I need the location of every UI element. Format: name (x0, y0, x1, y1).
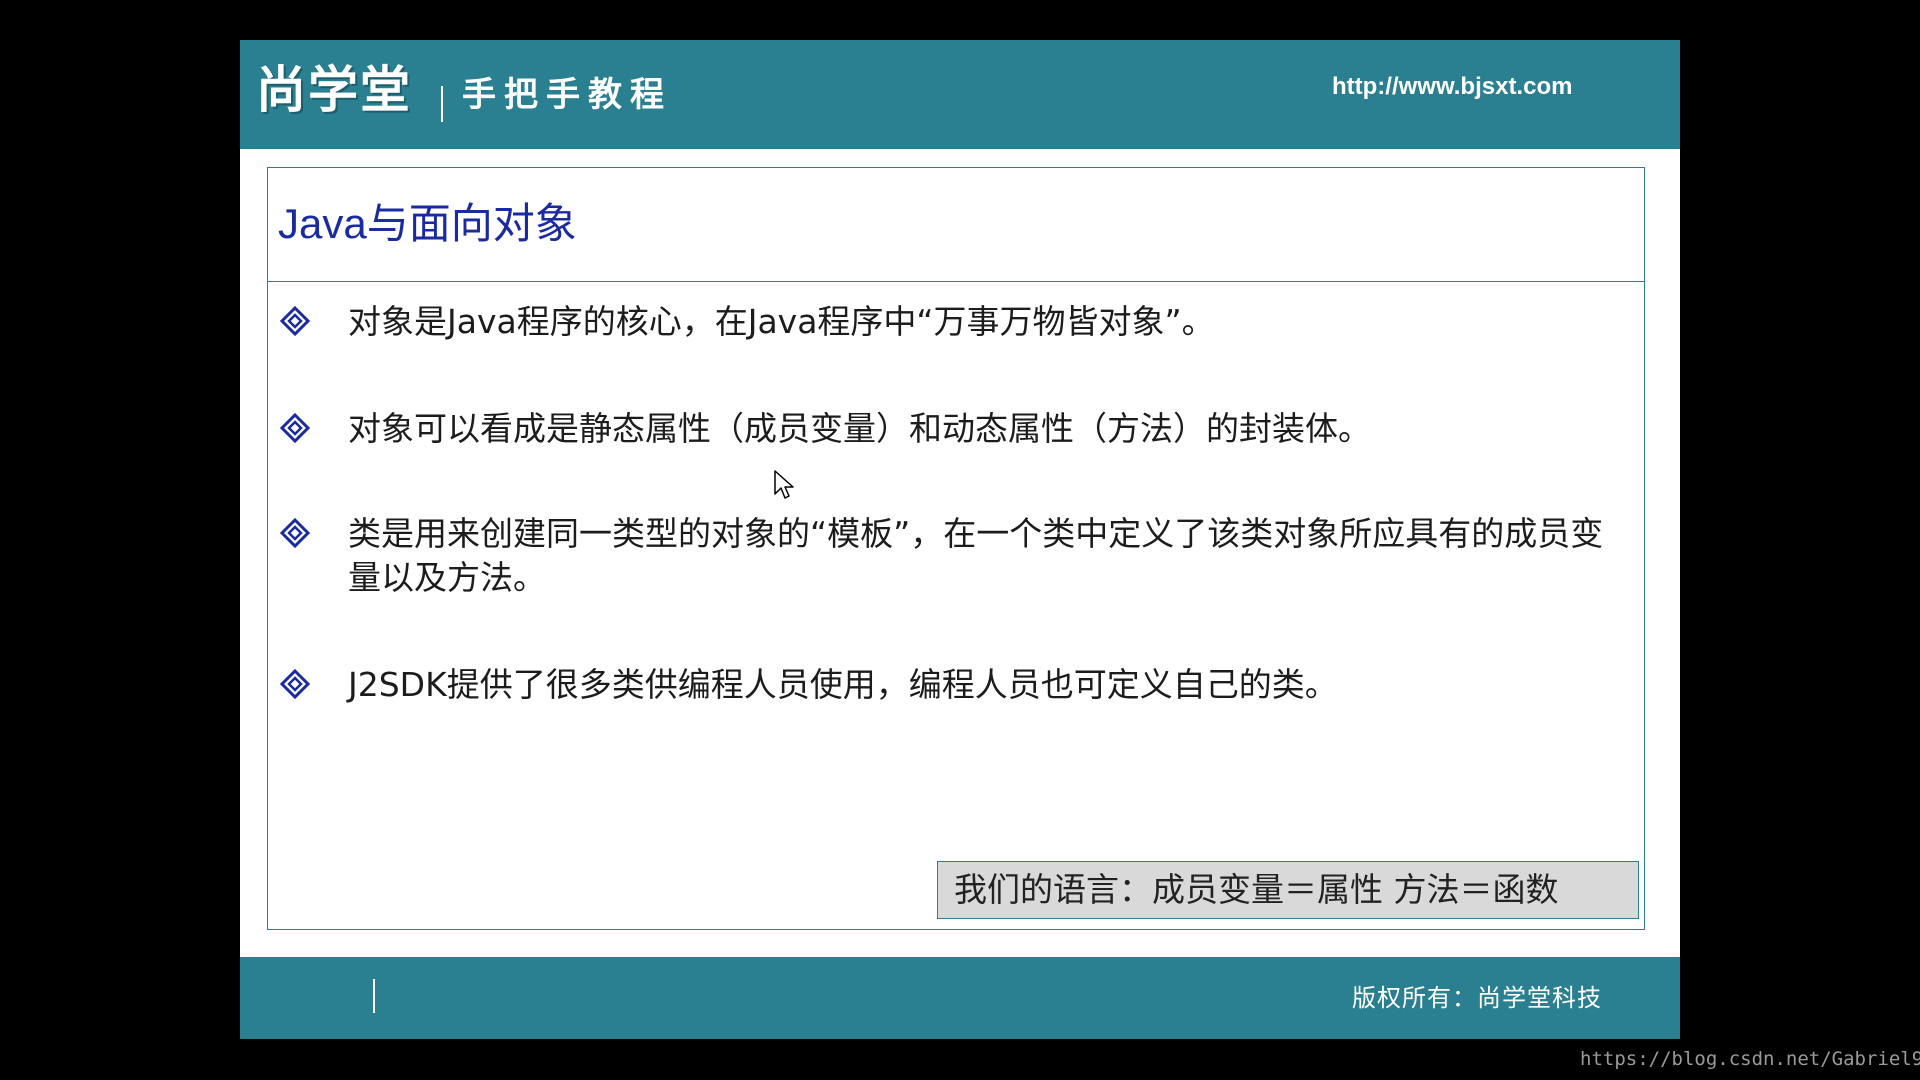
diamond-bullet-icon (280, 518, 310, 548)
slide-header: 尚学堂 手把手教程 http://www.bjsxt.com (240, 40, 1680, 149)
presentation-slide: 尚学堂 手把手教程 http://www.bjsxt.com Java与面向对象… (240, 40, 1680, 1039)
brand-logo: 尚学堂 (256, 61, 412, 119)
title-bar: Java与面向对象 (268, 168, 1644, 282)
diamond-bullet-icon (280, 306, 310, 336)
footer-copyright: 版权所有：尚学堂科技 (1352, 984, 1602, 1012)
header-tagline: 手把手教程 (462, 75, 672, 115)
diamond-bullet-icon (280, 413, 310, 443)
summary-note-box: 我们的语言：成员变量＝属性 方法＝函数 (937, 861, 1639, 919)
mouse-pointer-icon (774, 470, 794, 499)
header-divider (441, 86, 443, 122)
bullet-text: 对象是Java程序的核心，在Java程序中“万事万物皆对象”。 (348, 302, 1215, 341)
bullet-text: 对象可以看成是静态属性（成员变量）和动态属性（方法）的封装体。 (348, 409, 1371, 448)
content-frame: Java与面向对象 对象是Java程序的核心，在Java程序中“万事万物皆对象”… (267, 167, 1645, 930)
diamond-bullet-icon (280, 669, 310, 699)
slide-footer: 版权所有：尚学堂科技 (240, 957, 1680, 1039)
slide-title: Java与面向对象 (278, 200, 577, 247)
summary-note-text: 我们的语言：成员变量＝属性 方法＝函数 (954, 870, 1559, 909)
bullet-text: J2SDK提供了很多类供编程人员使用，编程人员也可定义自己的类。 (348, 665, 1338, 704)
bullet-list: 对象是Java程序的核心，在Java程序中“万事万物皆对象”。 对象可以看成是静… (268, 282, 1644, 922)
header-url: http://www.bjsxt.com (1332, 73, 1573, 100)
footer-divider (373, 979, 375, 1013)
bullet-text: 类是用来创建同一类型的对象的“模板”，在一个类中定义了该类对象所应具有的成员变量… (348, 514, 1604, 597)
watermark-url: https://blog.csdn.net/Gabriel9988 (1580, 1048, 1920, 1070)
